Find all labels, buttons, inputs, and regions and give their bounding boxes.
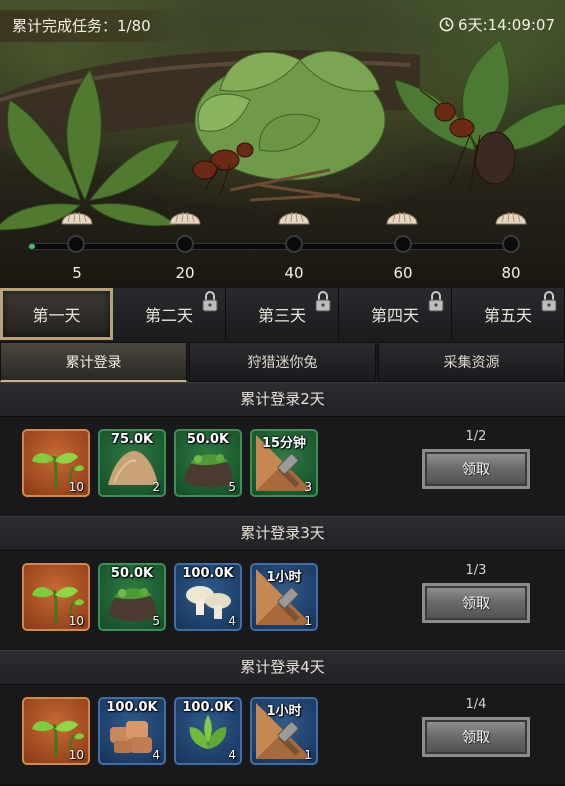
item-count: 10: [68, 614, 84, 628]
item-amount: 1小时: [266, 570, 302, 585]
item-amount: 15分钟: [261, 436, 307, 451]
day-tab-bar: 第一天 第二天 第三天 第四天 第五天: [0, 288, 565, 340]
tab-label: 第五天: [483, 306, 532, 325]
tab-day-3[interactable]: 第三天: [226, 288, 339, 340]
clock-icon: [439, 17, 454, 32]
tab-label: 第二天: [144, 306, 193, 325]
tab-label: 第四天: [370, 306, 419, 325]
milestone-reward-shell-icon[interactable]: [168, 204, 202, 228]
reward-item[interactable]: 1小时 1: [250, 563, 318, 631]
item-count: 1: [304, 748, 312, 762]
event-timer: 6天:14:09:07: [439, 14, 555, 35]
tab-day-1[interactable]: 第一天: [0, 288, 113, 340]
milestone-node: [502, 235, 520, 253]
reward-item[interactable]: 100.0K 4: [174, 563, 242, 631]
reward-items: 10 75.0K 2 50.0K 5 15分钟 3: [22, 429, 318, 497]
milestone-label: 5: [72, 264, 82, 282]
item-amount: 1小时: [266, 704, 302, 719]
lock-icon: [428, 291, 444, 312]
item-count: 2: [152, 480, 160, 494]
reward-item[interactable]: 100.0K 4: [174, 697, 242, 765]
milestone-reward-shell-icon[interactable]: [277, 204, 311, 228]
item-amount: 100.0K: [182, 700, 234, 715]
milestone-label: 60: [393, 264, 413, 282]
lock-icon: [315, 291, 331, 312]
section-title: 累计登录2天: [0, 382, 565, 416]
milestone-node: [67, 235, 85, 253]
event-banner: 累计完成任务：1/80 6天:14:09:07 5 20 40 60 80: [0, 0, 565, 288]
reward-item[interactable]: 10: [22, 563, 90, 631]
tab-day-5[interactable]: 第五天: [452, 288, 565, 340]
reward-item[interactable]: 10: [22, 429, 90, 497]
task-progress-bar: [28, 243, 514, 250]
tab-day-4[interactable]: 第四天: [339, 288, 452, 340]
item-amount: 75.0K: [110, 432, 154, 447]
reward-item[interactable]: 50.0K 5: [98, 563, 166, 631]
lock-icon: [202, 291, 218, 312]
tab-cumulative-login[interactable]: 累计登录: [0, 342, 187, 382]
item-count: 1: [304, 614, 312, 628]
item-count: 10: [68, 480, 84, 494]
item-count: 4: [228, 614, 236, 628]
section-progress-text: 1/2: [465, 429, 487, 444]
milestone-reward-shell-icon[interactable]: [494, 204, 528, 228]
milestone-label: 80: [501, 264, 521, 282]
claim-button[interactable]: 领取: [420, 715, 532, 759]
item-count: 4: [152, 748, 160, 762]
task-category-tabs: 累计登录 狩猎迷你兔 采集资源: [0, 342, 565, 382]
claim-button[interactable]: 领取: [420, 581, 532, 625]
claim-button[interactable]: 领取: [420, 447, 532, 491]
reward-item[interactable]: 15分钟 3: [250, 429, 318, 497]
milestone-label: 40: [284, 264, 304, 282]
reward-section: 累计登录4天 10 100.0K 4 100.0K 4 1小时 1 1/4 领取: [0, 650, 565, 786]
lock-icon: [541, 291, 557, 312]
milestone-label: 20: [175, 264, 195, 282]
timer-text: 6天:14:09:07: [458, 16, 555, 34]
item-count: 3: [304, 480, 312, 494]
milestone-reward-shell-icon[interactable]: [385, 204, 419, 228]
tab-day-2[interactable]: 第二天: [113, 288, 226, 340]
milestone-node: [176, 235, 194, 253]
tab-hunt-mini-rabbit[interactable]: 狩猎迷你兔: [189, 342, 376, 382]
item-amount: 100.0K: [106, 700, 158, 715]
milestone-node: [285, 235, 303, 253]
reward-item[interactable]: 100.0K 4: [98, 697, 166, 765]
milestone-reward-shell-icon[interactable]: [60, 204, 94, 228]
item-count: 5: [152, 614, 160, 628]
section-title: 累计登录4天: [0, 650, 565, 684]
tab-label: 第三天: [257, 306, 306, 325]
reward-item[interactable]: 75.0K 2: [98, 429, 166, 497]
task-counter: 累计完成任务：1/80: [0, 10, 175, 42]
item-amount: 50.0K: [110, 566, 154, 581]
reward-items: 10 100.0K 4 100.0K 4 1小时 1: [22, 697, 318, 765]
item-count: 10: [68, 748, 84, 762]
section-title: 累计登录3天: [0, 516, 565, 550]
reward-items: 10 50.0K 5 100.0K 4 1小时 1: [22, 563, 318, 631]
tab-gather-resources[interactable]: 采集资源: [378, 342, 565, 382]
reward-item[interactable]: 10: [22, 697, 90, 765]
task-progress-fill: [29, 244, 36, 249]
reward-row: 10 75.0K 2 50.0K 5 15分钟 3 1/2 领取: [0, 416, 565, 518]
milestone-node: [394, 235, 412, 253]
reward-section: 累计登录2天 10 75.0K 2 50.0K 5 15分钟 3 1/2 领取: [0, 382, 565, 518]
item-amount: 50.0K: [186, 432, 230, 447]
item-amount: 100.0K: [182, 566, 234, 581]
reward-row: 10 100.0K 4 100.0K 4 1小时 1 1/4 领取: [0, 684, 565, 786]
section-progress-text: 1/4: [465, 697, 487, 712]
reward-row: 10 50.0K 5 100.0K 4 1小时 1 1/3 领取: [0, 550, 565, 652]
tab-label: 第一天: [32, 306, 81, 325]
reward-section: 累计登录3天 10 50.0K 5 100.0K 4 1小时 1 1/3 领取: [0, 516, 565, 652]
section-progress-text: 1/3: [465, 563, 487, 578]
item-count: 5: [228, 480, 236, 494]
reward-item[interactable]: 50.0K 5: [174, 429, 242, 497]
reward-item[interactable]: 1小时 1: [250, 697, 318, 765]
item-count: 4: [228, 748, 236, 762]
